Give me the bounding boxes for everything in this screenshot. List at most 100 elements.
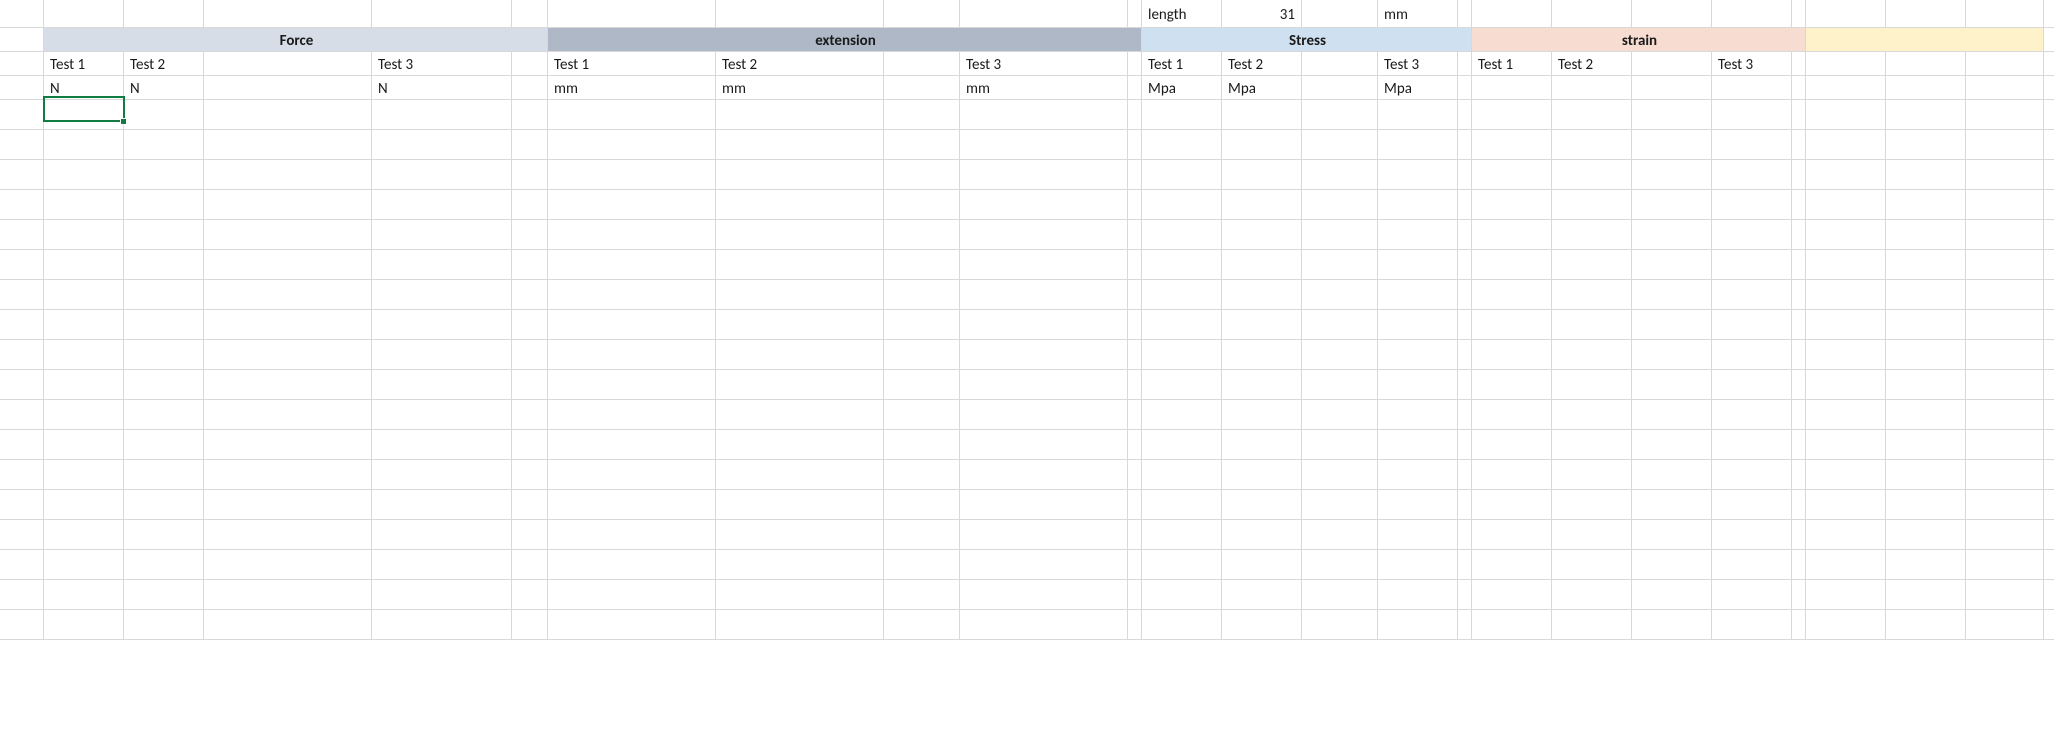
cell[interactable] [1302,52,1378,76]
cell[interactable] [1792,340,1806,370]
cell[interactable] [512,370,548,400]
cell[interactable] [1712,0,1792,28]
cell[interactable] [512,580,548,610]
cell[interactable] [1472,190,1552,220]
cell[interactable] [1712,550,1792,580]
cell[interactable] [1222,520,1302,550]
cell[interactable] [204,310,372,340]
cell[interactable] [1886,340,1966,370]
cell[interactable] [1966,250,2044,280]
cell[interactable] [1378,520,1458,550]
cell[interactable] [1142,520,1222,550]
cell[interactable] [1792,250,1806,280]
cell[interactable] [0,160,44,190]
cell[interactable] [1712,400,1792,430]
cell[interactable] [512,250,548,280]
cell[interactable] [0,610,44,640]
cell[interactable] [1632,52,1712,76]
cell[interactable] [512,100,548,130]
cell[interactable] [372,580,512,610]
cell[interactable] [1966,370,2044,400]
cell[interactable] [0,0,44,28]
cell[interactable] [1632,580,1712,610]
cell[interactable] [1142,160,1222,190]
cell[interactable] [372,340,512,370]
cell[interactable] [1128,370,1142,400]
cell[interactable] [1712,490,1792,520]
cell[interactable] [0,250,44,280]
cell[interactable] [1712,460,1792,490]
cell[interactable] [44,580,124,610]
cell[interactable] [2044,340,2054,370]
cell[interactable] [124,490,204,520]
cell[interactable] [716,520,884,550]
cell[interactable] [0,130,44,160]
cell[interactable] [716,580,884,610]
cell[interactable] [2044,52,2054,76]
cell[interactable] [716,610,884,640]
cell[interactable] [204,400,372,430]
cell[interactable] [548,580,716,610]
cell[interactable] [1302,580,1378,610]
cell[interactable] [1378,550,1458,580]
cell[interactable] [124,130,204,160]
cell[interactable] [44,520,124,550]
cell[interactable] [1966,130,2044,160]
cell[interactable] [44,340,124,370]
cell[interactable] [372,520,512,550]
cell[interactable] [204,130,372,160]
cell[interactable] [1632,520,1712,550]
cell[interactable] [0,340,44,370]
cell[interactable] [2044,580,2054,610]
cell[interactable] [548,520,716,550]
cell[interactable] [716,340,884,370]
cell[interactable] [44,460,124,490]
cell[interactable] [1806,52,1886,76]
cell[interactable] [0,310,44,340]
cell[interactable] [1886,430,1966,460]
cell[interactable] [2044,130,2054,160]
cell[interactable] [1222,610,1302,640]
cell[interactable] [1552,460,1632,490]
cell[interactable] [1302,370,1378,400]
cell[interactable] [1886,100,1966,130]
cell[interactable] [884,550,960,580]
cell[interactable] [1552,430,1632,460]
cell[interactable] [548,370,716,400]
cell[interactable] [548,550,716,580]
cell[interactable] [0,370,44,400]
cell[interactable] [1712,76,1792,100]
cell[interactable] [1458,130,1472,160]
cell[interactable] [548,190,716,220]
cell[interactable] [1142,460,1222,490]
cell[interactable] [1128,310,1142,340]
cell[interactable] [1458,220,1472,250]
cell[interactable] [1712,310,1792,340]
cell[interactable] [1552,76,1632,100]
cell[interactable] [124,310,204,340]
cell[interactable] [1302,490,1378,520]
cell[interactable] [1552,550,1632,580]
cell[interactable] [1458,430,1472,460]
cell[interactable] [716,550,884,580]
cell[interactable] [0,100,44,130]
cell[interactable] [960,460,1128,490]
cell[interactable] [1458,580,1472,610]
cell[interactable] [1552,520,1632,550]
cell[interactable] [0,190,44,220]
cell[interactable] [512,400,548,430]
cell[interactable] [372,220,512,250]
cell[interactable] [124,190,204,220]
cell[interactable] [960,430,1128,460]
cell[interactable] [1128,250,1142,280]
cell[interactable] [2044,490,2054,520]
cell[interactable] [1632,76,1712,100]
cell[interactable] [1302,100,1378,130]
cell[interactable] [1632,400,1712,430]
cell[interactable] [1886,310,1966,340]
cell[interactable] [1806,370,1886,400]
cell[interactable] [1886,130,1966,160]
cell[interactable] [884,100,960,130]
cell[interactable] [124,250,204,280]
cell[interactable] [1806,160,1886,190]
